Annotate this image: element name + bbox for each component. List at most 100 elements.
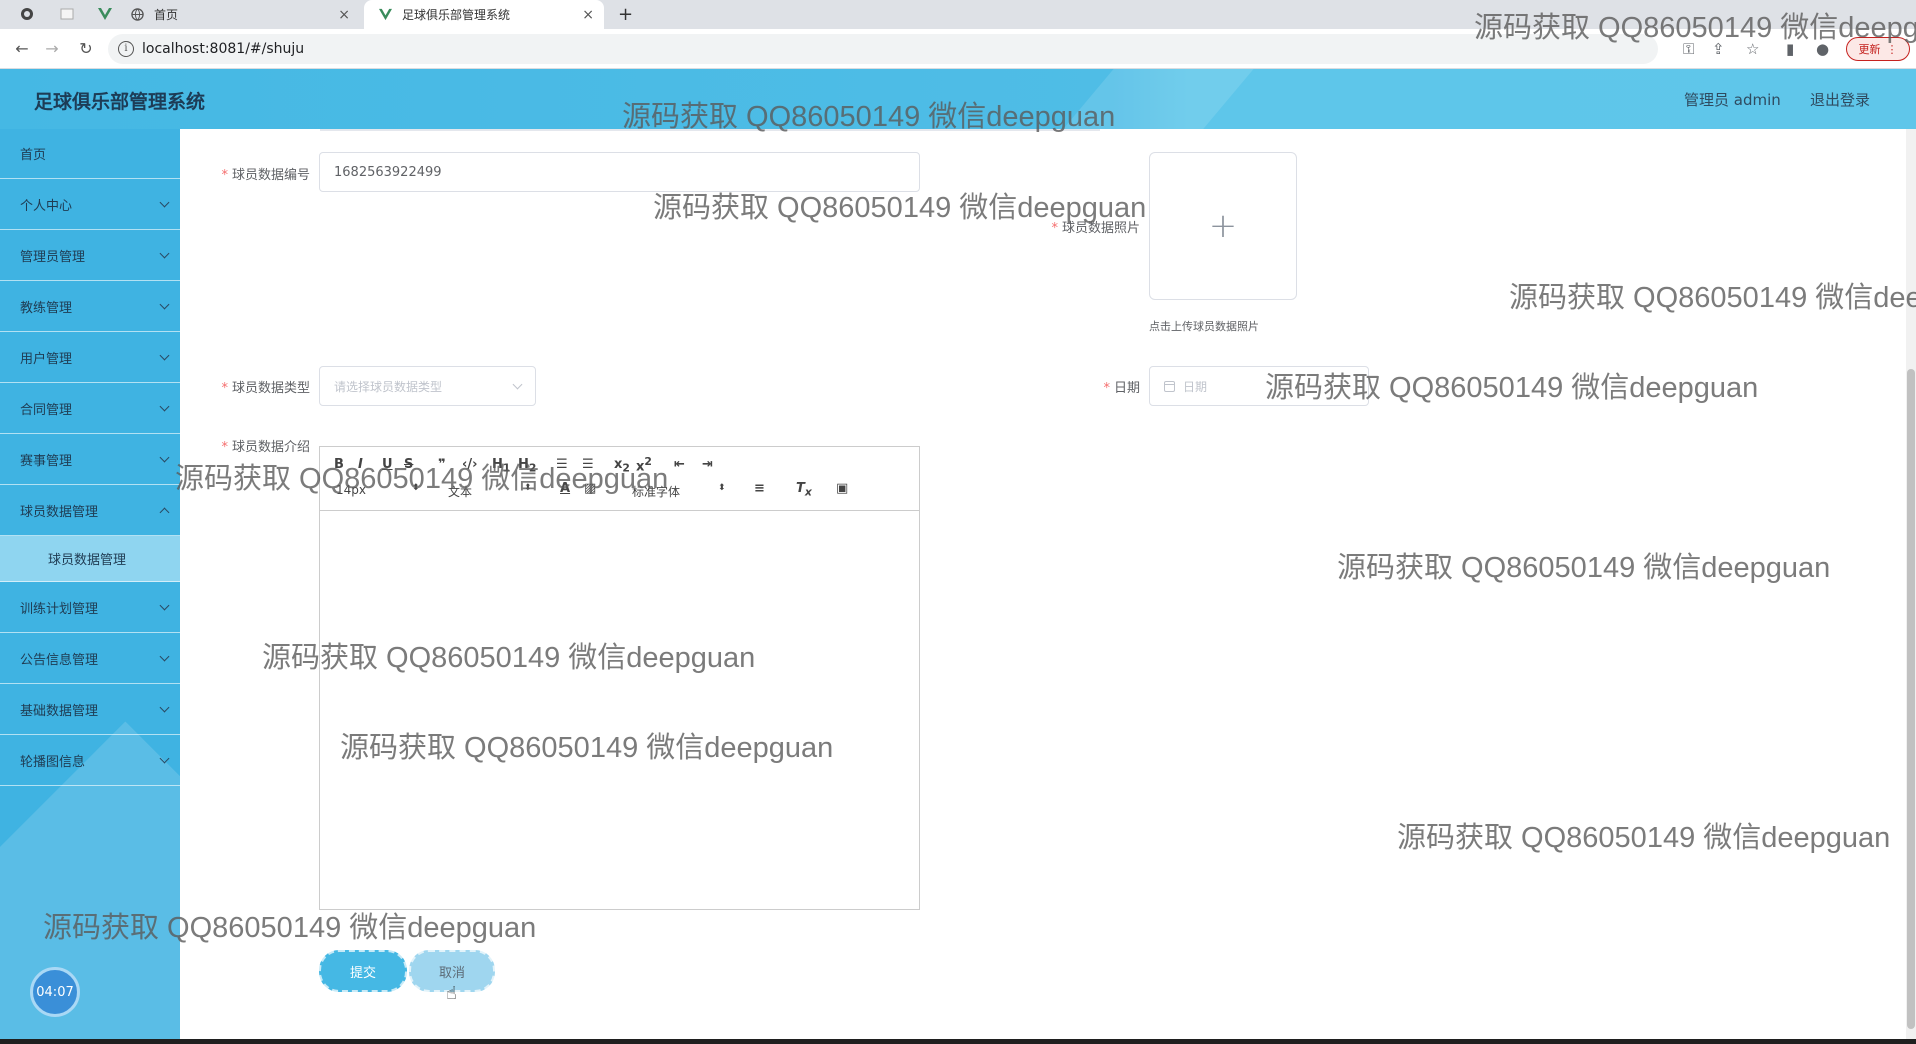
- up-down-icon: ⬍: [718, 483, 726, 493]
- code-block-icon[interactable]: ‹/›: [462, 457, 477, 472]
- logout-link[interactable]: 退出登录: [1810, 89, 1870, 110]
- update-label: 更新: [1858, 43, 1881, 56]
- share-icon[interactable]: ⇪: [1712, 40, 1725, 58]
- bullet-list-icon[interactable]: ☰: [582, 457, 594, 472]
- chevron-down-icon: [159, 452, 170, 463]
- chevron-down-icon: [159, 248, 170, 259]
- background-color-icon[interactable]: ▨: [584, 481, 596, 496]
- tab-title: 首页: [154, 8, 179, 22]
- calendar-icon: [1164, 380, 1175, 392]
- scrollbar-thumb[interactable]: [1907, 369, 1915, 1029]
- taskbar: [0, 1039, 1916, 1044]
- id-label: * 球员数据编号: [210, 164, 310, 183]
- required-mark: *: [221, 168, 228, 183]
- sidebar-subitem-player-data[interactable]: 球员数据管理: [0, 536, 180, 582]
- italic-icon[interactable]: I: [358, 457, 363, 472]
- sidebar-item-notices[interactable]: 公告信息管理: [0, 633, 180, 684]
- editor-content-area[interactable]: [320, 511, 919, 909]
- divider: [320, 129, 1100, 131]
- back-arrow-icon[interactable]: ←: [12, 39, 32, 59]
- sidebar-item-admins[interactable]: 管理员管理: [0, 230, 180, 281]
- format-select[interactable]: 文本 ⬍: [448, 483, 534, 500]
- app-title: 足球俱乐部管理系统: [34, 91, 206, 113]
- type-label: * 球员数据类型: [210, 377, 310, 396]
- text-color-icon[interactable]: A: [560, 481, 570, 496]
- new-tab-button[interactable]: +: [618, 0, 633, 29]
- globe-icon: [130, 8, 144, 22]
- sidebar-item-personal[interactable]: 个人中心: [0, 179, 180, 230]
- chevron-down-icon: [159, 401, 170, 412]
- chevron-down-icon: [159, 299, 170, 310]
- sidepanel-icon[interactable]: ▮: [1786, 40, 1794, 58]
- info-icon[interactable]: i: [118, 41, 134, 57]
- sidebar-item-contracts[interactable]: 合同管理: [0, 383, 180, 434]
- sidebar-item-home[interactable]: 首页: [0, 129, 180, 179]
- forward-arrow-icon[interactable]: →: [42, 39, 62, 59]
- sidebar-item-coaches[interactable]: 教练管理: [0, 281, 180, 332]
- bold-icon[interactable]: B: [334, 457, 344, 472]
- editor-toolbar: B I U S ❞ ‹/› H1 H2 ☰ ☰ x2 x2 ⇤ ⇥ 14px ⬍ …: [320, 447, 919, 511]
- main-content: * 球员数据编号 1682563922499 * 球员数据照片 + 点击上传球员数据…: [180, 129, 1906, 1039]
- header-1-icon[interactable]: H1: [492, 457, 510, 475]
- vue-icon[interactable]: [98, 7, 112, 21]
- tab-active[interactable]: 足球俱乐部管理系统 ×: [364, 0, 604, 29]
- star-icon[interactable]: ☆: [1746, 40, 1759, 58]
- date-picker[interactable]: 日期: [1149, 366, 1369, 406]
- reload-icon[interactable]: ↻: [76, 39, 96, 59]
- label-text: 球员数据编号: [231, 168, 310, 183]
- select-placeholder: 请选择球员数据类型: [334, 379, 443, 394]
- image-icon[interactable]: ▣: [836, 481, 848, 496]
- scrollbar[interactable]: [1906, 129, 1916, 1039]
- sidebar-item-label: 个人中心: [20, 198, 73, 214]
- indent-icon[interactable]: ⇥: [702, 457, 713, 472]
- more-vert-icon: ⋮: [1886, 42, 1898, 56]
- required-mark: *: [221, 440, 228, 455]
- current-user: 管理员 admin: [1684, 91, 1781, 109]
- browser-tab-bar: 首页 × 足球俱乐部管理系统 × +: [0, 0, 1916, 29]
- tab-home[interactable]: 首页 ×: [130, 0, 360, 29]
- profile-icon[interactable]: ●: [1816, 40, 1829, 58]
- header-2-icon[interactable]: H2: [518, 457, 536, 475]
- update-button[interactable]: 更新 ⋮: [1846, 37, 1910, 61]
- subscript-icon[interactable]: x2: [614, 457, 630, 475]
- underline-icon[interactable]: U: [382, 457, 393, 472]
- close-icon[interactable]: ×: [582, 7, 594, 23]
- chevron-down-icon: [159, 702, 170, 713]
- font-size-select[interactable]: 14px ⬍: [336, 483, 422, 497]
- omnibox[interactable]: i localhost:8081/#/shuju: [108, 34, 1658, 64]
- intro-label: * 球员数据介绍: [210, 436, 310, 455]
- github-icon[interactable]: [20, 7, 34, 21]
- superscript-icon[interactable]: x2: [636, 455, 652, 474]
- sidebar-item-player-data[interactable]: 球员数据管理: [0, 485, 180, 536]
- blockquote-icon[interactable]: ❞: [438, 457, 446, 472]
- outdent-icon[interactable]: ⇤: [674, 457, 685, 472]
- sidebar-item-basic-data[interactable]: 基础数据管理: [0, 684, 180, 735]
- clock-badge: 04:07: [30, 967, 80, 1017]
- sidebar-item-label: 基础数据管理: [20, 703, 99, 719]
- player-id-input[interactable]: 1682563922499: [319, 152, 920, 192]
- font-family-value: 标准字体: [632, 485, 681, 499]
- chevron-down-icon: [512, 379, 523, 390]
- close-icon[interactable]: ×: [338, 7, 350, 23]
- sidebar-item-users[interactable]: 用户管理: [0, 332, 180, 383]
- key-icon[interactable]: ⚿: [1683, 40, 1694, 58]
- required-mark: *: [221, 381, 228, 396]
- type-select[interactable]: 请选择球员数据类型: [319, 366, 536, 406]
- align-icon[interactable]: ≡: [754, 481, 765, 496]
- sidebar-item-label: 管理员管理: [20, 249, 86, 265]
- sidebar-item-matches[interactable]: 赛事管理: [0, 434, 180, 485]
- clear-format-icon[interactable]: Tx: [796, 481, 812, 499]
- strike-icon[interactable]: S: [404, 457, 413, 472]
- blank-tab-icon[interactable]: [60, 7, 74, 21]
- ordered-list-icon[interactable]: ☰: [556, 457, 568, 472]
- submit-button[interactable]: 提交: [319, 950, 407, 992]
- photo-uploader[interactable]: +: [1149, 152, 1297, 300]
- label-text: 球员数据介绍: [231, 440, 310, 455]
- sidebar-item-training[interactable]: 训练计划管理: [0, 582, 180, 633]
- sidebar-item-label: 赛事管理: [20, 453, 73, 469]
- date-label: * 日期: [1060, 377, 1140, 396]
- tab-title: 足球俱乐部管理系统: [402, 8, 511, 22]
- chevron-down-icon: [159, 651, 170, 662]
- font-family-select[interactable]: 标准字体 ⬍: [632, 483, 728, 500]
- sidebar-item-carousel[interactable]: 轮播图信息: [0, 735, 180, 786]
